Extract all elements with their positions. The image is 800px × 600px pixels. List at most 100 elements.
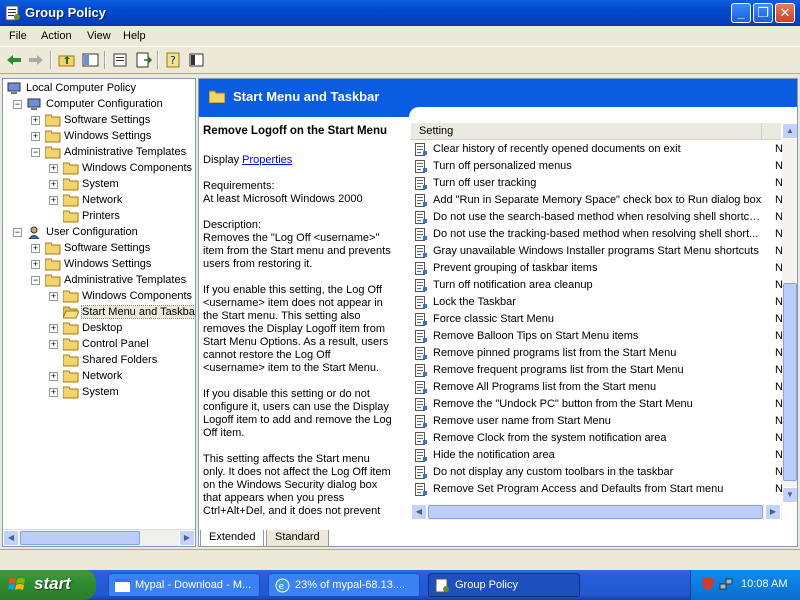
setting-row[interactable]: Remove Set Program Access and Defaults f…: [411, 481, 783, 498]
window-title: Group Policy: [25, 5, 106, 20]
taskbar-item-group-policy[interactable]: Group Policy: [428, 573, 580, 597]
policy-setting-icon: [415, 398, 427, 411]
setting-row[interactable]: Hide the notification area N: [411, 447, 783, 464]
setting-row[interactable]: Remove user name from Start Menu N: [411, 413, 783, 430]
setting-row[interactable]: Turn off notification area cleanup N: [411, 277, 783, 294]
view-tabs: Extended Standard: [198, 530, 498, 548]
policy-setting-icon: [415, 194, 427, 207]
expand-icon[interactable]: +: [31, 132, 40, 141]
menu-help[interactable]: Help: [123, 30, 146, 42]
setting-row[interactable]: Turn off user tracking N: [411, 175, 783, 192]
expand-icon[interactable]: +: [49, 324, 58, 333]
list-vertical-scrollbar[interactable]: ▲ ▼: [782, 123, 797, 503]
setting-row[interactable]: Turn off personalized menus N: [411, 158, 783, 175]
setting-row[interactable]: Remove frequent programs list from the S…: [411, 362, 783, 379]
scroll-right-button[interactable]: ▶: [179, 530, 195, 546]
tree-item-label: Start Menu and Taskbar: [81, 305, 195, 319]
help-icon[interactable]: ?: [165, 52, 183, 68]
requirements-value: At least Microsoft Windows 2000: [203, 193, 363, 205]
setting-row[interactable]: Force classic Start Menu N: [411, 311, 783, 328]
setting-row[interactable]: Remove Clock from the system notificatio…: [411, 430, 783, 447]
expand-icon[interactable]: +: [31, 244, 40, 253]
setting-name: Gray unavailable Windows Installer progr…: [433, 245, 759, 257]
setting-row[interactable]: Remove Balloon Tips on Start Menu items N: [411, 328, 783, 345]
tree-item-label: Network: [82, 370, 123, 382]
setting-row[interactable]: Do not use the search-based method when …: [411, 209, 783, 226]
clock[interactable]: 10:08 AM: [741, 578, 787, 590]
scroll-down-button[interactable]: ▼: [782, 487, 797, 503]
setting-name: Do not display any custom toolbars in th…: [433, 466, 674, 478]
open-folder-icon: [63, 306, 79, 319]
collapse-icon[interactable]: −: [31, 148, 40, 157]
security-shield-icon[interactable]: [701, 577, 715, 591]
display-label: Display: [203, 154, 243, 166]
setting-row[interactable]: Remove the "Undock PC" button from the S…: [411, 396, 783, 413]
column-header-state[interactable]: [761, 123, 782, 139]
taskbar-item-mypal[interactable]: Mypal - Download - M...: [108, 573, 260, 597]
scroll-thumb[interactable]: [20, 531, 140, 545]
properties-link[interactable]: Properties: [242, 154, 292, 166]
task-label: Group Policy: [455, 579, 518, 591]
setting-row[interactable]: Prevent grouping of taskbar items N: [411, 260, 783, 277]
back-arrow-icon[interactable]: [5, 52, 23, 68]
scroll-left-button[interactable]: ◀: [3, 530, 19, 546]
list-horizontal-scrollbar[interactable]: ◀ ▶: [411, 504, 782, 520]
policy-setting-icon: [415, 228, 427, 241]
scroll-up-button[interactable]: ▲: [782, 123, 797, 139]
scroll-thumb[interactable]: [783, 283, 797, 481]
start-button[interactable]: start: [0, 570, 96, 600]
expand-icon[interactable]: +: [31, 260, 40, 269]
minimize-button[interactable]: _: [731, 3, 751, 23]
menu-file[interactable]: File: [9, 30, 27, 42]
setting-row[interactable]: Remove pinned programs list from the Sta…: [411, 345, 783, 362]
collapse-icon[interactable]: −: [13, 100, 22, 109]
setting-name: Turn off user tracking: [433, 177, 537, 189]
scroll-thumb[interactable]: [428, 505, 763, 519]
tab-extended[interactable]: Extended: [200, 530, 265, 547]
maximize-button[interactable]: ❐: [753, 3, 773, 23]
setting-row[interactable]: Lock the Taskbar N: [411, 294, 783, 311]
expand-icon[interactable]: +: [49, 196, 58, 205]
setting-row[interactable]: Do not display any custom toolbars in th…: [411, 464, 783, 481]
properties-icon[interactable]: [112, 52, 130, 68]
close-button[interactable]: ✕: [775, 3, 795, 23]
menu-view[interactable]: View: [87, 30, 111, 42]
setting-row[interactable]: Add "Run in Separate Memory Space" check…: [411, 192, 783, 209]
scroll-right-button[interactable]: ▶: [765, 504, 781, 520]
folder-icon: [63, 162, 79, 175]
policy-setting-icon: [415, 279, 427, 292]
tree-item-label: Administrative Templates: [64, 274, 187, 286]
up-folder-icon[interactable]: [58, 52, 76, 68]
policy-setting-icon: [415, 449, 427, 462]
collapse-icon[interactable]: −: [31, 276, 40, 285]
setting-row[interactable]: Clear history of recently opened documen…: [411, 141, 783, 158]
setting-row[interactable]: Remove All Programs list from the Start …: [411, 379, 783, 396]
taskbar-item-download[interactable]: e 23% of mypal-68.13....: [268, 573, 420, 597]
policy-setting-icon: [415, 466, 427, 479]
setting-name: Remove frequent programs list from the S…: [433, 364, 684, 376]
forward-arrow-icon[interactable]: [27, 52, 45, 68]
expand-icon[interactable]: +: [49, 164, 58, 173]
mmc-icon[interactable]: [188, 52, 206, 68]
collapse-icon[interactable]: −: [13, 228, 22, 237]
network-icon[interactable]: [719, 577, 733, 591]
column-header-setting[interactable]: Setting: [419, 125, 453, 137]
export-list-icon[interactable]: [135, 52, 153, 68]
svg-text:?: ?: [170, 54, 176, 67]
expand-icon[interactable]: +: [49, 388, 58, 397]
policy-setting-icon: [415, 381, 427, 394]
setting-row[interactable]: Do not use the tracking-based method whe…: [411, 226, 783, 243]
expand-icon[interactable]: +: [49, 180, 58, 189]
group-policy-icon: [435, 578, 449, 593]
expand-icon[interactable]: +: [49, 292, 58, 301]
tab-standard[interactable]: Standard: [266, 530, 329, 547]
expand-icon[interactable]: +: [31, 116, 40, 125]
tree-horizontal-scrollbar[interactable]: ◀ ▶: [3, 529, 195, 546]
scroll-left-button[interactable]: ◀: [411, 504, 427, 520]
expand-icon[interactable]: +: [49, 340, 58, 349]
show-hide-tree-icon[interactable]: [82, 52, 100, 68]
mypal-icon: [115, 579, 130, 592]
menu-action[interactable]: Action: [41, 30, 72, 42]
setting-row[interactable]: Gray unavailable Windows Installer progr…: [411, 243, 783, 260]
expand-icon[interactable]: +: [49, 372, 58, 381]
